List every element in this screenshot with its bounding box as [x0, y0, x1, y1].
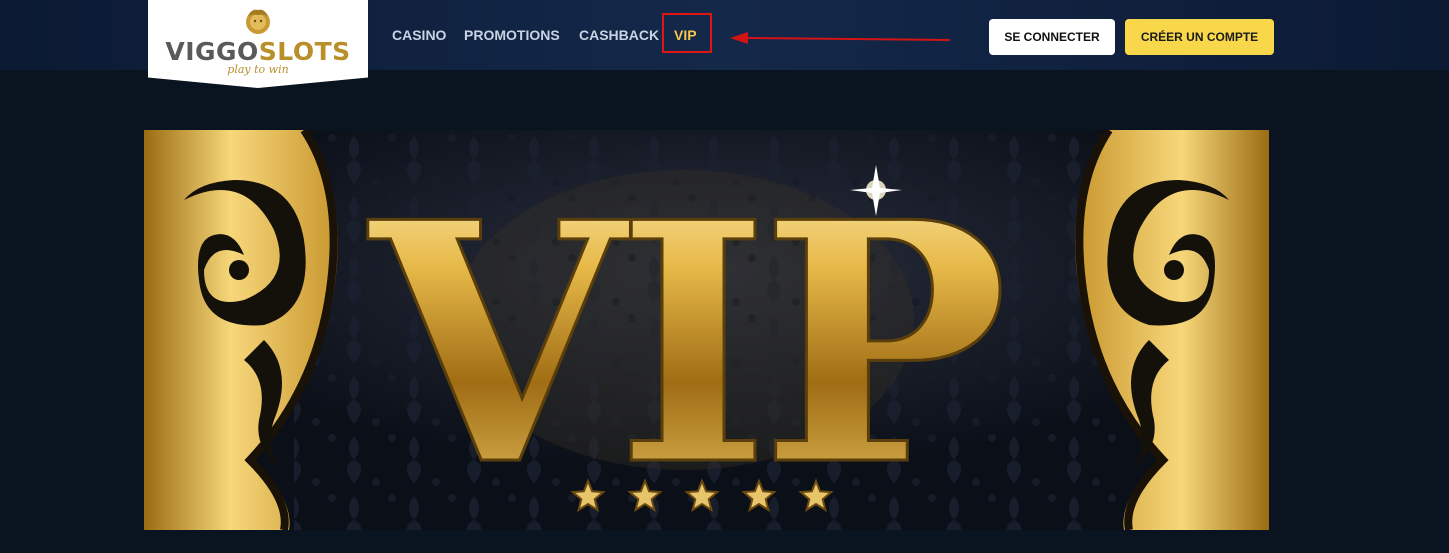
pointer-arrow-icon	[730, 32, 951, 44]
site-logo[interactable]: VIGGOSLOTS play to win	[148, 0, 368, 88]
nav-item-casino[interactable]: CASINO	[392, 27, 446, 43]
logo-brand-part1: VIGGO	[165, 37, 259, 66]
login-button[interactable]: SE CONNECTER	[989, 19, 1115, 55]
vip-highlight-box	[662, 13, 712, 53]
nav-item-promotions[interactable]: PROMOTIONS	[464, 27, 560, 43]
vip-banner[interactable]: VIP	[144, 130, 1269, 530]
logo-wordmark: VIGGOSLOTS	[148, 37, 368, 66]
lion-emblem-icon	[246, 9, 270, 34]
nav-item-cashback[interactable]: CASHBACK	[579, 27, 659, 43]
logo-brand-part2: SLOTS	[258, 37, 351, 66]
vip-headline: VIP	[365, 150, 1003, 530]
register-button[interactable]: CRÉER UN COMPTE	[1125, 19, 1274, 55]
logo-tagline: play to win	[227, 63, 289, 76]
